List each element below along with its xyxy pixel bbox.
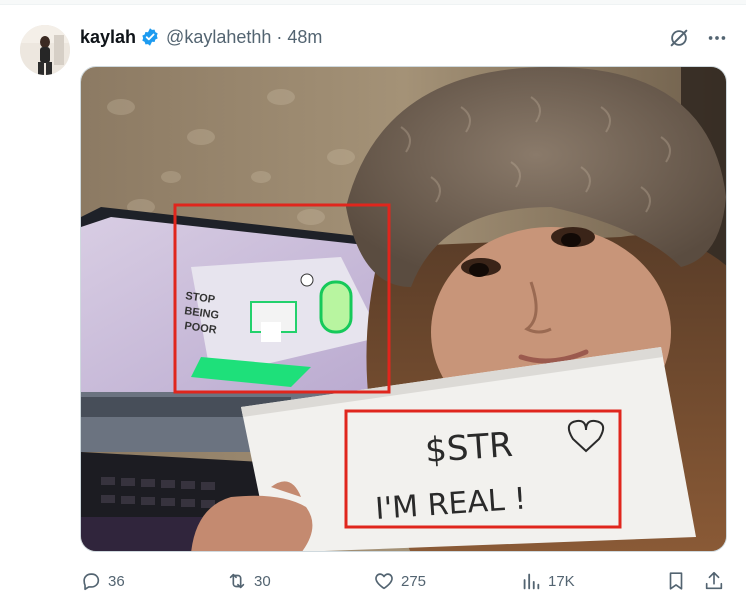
grok-icon[interactable] [666,25,692,51]
separator-dot: · [276,26,283,47]
reply-count: 36 [108,572,125,590]
like-count: 275 [401,572,427,590]
sign-text-line1: $STR [424,425,514,471]
heart-icon [375,573,393,590]
repost-icon [229,573,245,589]
share-icon [705,571,723,590]
tweet-card[interactable]: kaylah @kaylahethh · 48m STOP BEING POOR… [0,4,746,609]
bookmark-button[interactable] [665,570,687,592]
view-count: 17K [548,572,575,590]
more-icon[interactable] [704,25,730,51]
display-name[interactable]: kaylah [80,27,136,48]
views-button[interactable]: 17K [520,570,575,592]
tweet-action-bar: 36 30 275 17K [80,567,730,597]
avatar[interactable] [20,25,70,75]
bookmark-icon [669,572,683,590]
timestamp[interactable]: 48m [287,27,322,48]
user-handle[interactable]: @kaylahethh [166,27,271,48]
tweet-media-photo[interactable]: STOP BEING POOR $STR I'M REAL ! [80,66,727,552]
tweet-header: kaylah @kaylahethh · 48m [80,25,680,49]
repost-count: 30 [254,572,271,590]
reply-button[interactable]: 36 [80,570,125,592]
views-icon [523,573,540,590]
header-actions [666,25,730,51]
repost-button[interactable]: 30 [226,570,271,592]
verified-badge-icon [140,27,160,47]
share-button[interactable] [703,570,725,592]
like-button[interactable]: 275 [373,570,426,592]
reply-icon [83,573,100,591]
